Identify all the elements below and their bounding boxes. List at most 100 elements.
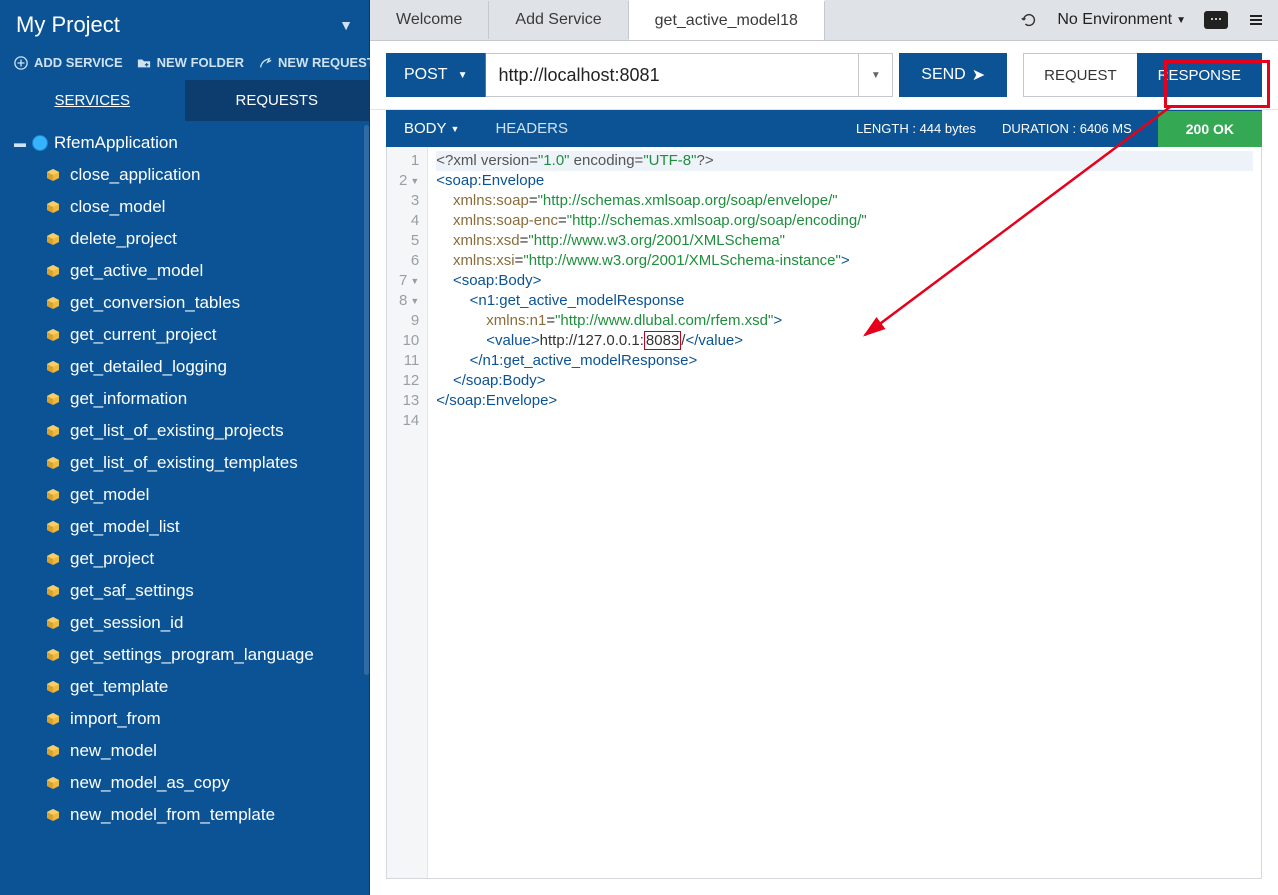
url-history-dropdown[interactable]: ▼ [859,53,893,97]
tree-item[interactable]: get_model [4,479,369,511]
plus-circle-icon [14,56,28,70]
response-tab-button[interactable]: RESPONSE [1137,53,1262,97]
sidebar: My Project ▼ ADD SERVICE NEW FOLDER NE [0,0,370,895]
tree-item-label: new_model_from_template [70,805,275,825]
tree-item[interactable]: get_information [4,383,369,415]
tree-item-label: close_model [70,197,165,217]
new-request-button[interactable]: NEW REQUEST [258,55,375,70]
response-body-viewer[interactable]: 12 ▼34567 ▼8 ▼91011121314 <?xml version=… [386,147,1262,879]
root-label: RfemApplication [54,133,178,153]
tree-item[interactable]: get_active_model [4,255,369,287]
response-header-bar: BODY ▼ HEADERS LENGTH : 444 bytes DURATI… [386,110,1262,147]
refresh-icon[interactable] [1019,10,1039,30]
operation-icon [46,168,60,182]
tree-item[interactable]: close_model [4,191,369,223]
sidebar-actions: ADD SERVICE NEW FOLDER NEW REQUEST [0,53,369,80]
send-icon: ➤ [972,65,985,85]
new-folder-button[interactable]: NEW FOLDER [137,55,244,70]
tree-item[interactable]: get_list_of_existing_templates [4,447,369,479]
chevron-down-icon: ▼ [871,70,881,81]
service-tree: ▬ RfemApplication close_applicationclose… [0,121,369,895]
project-title: My Project [16,12,120,38]
globe-icon [32,135,48,151]
tree-item-label: get_saf_settings [70,581,194,601]
line-gutter: 12 ▼34567 ▼8 ▼91011121314 [387,147,428,878]
tree-item[interactable]: close_application [4,159,369,191]
tab-services[interactable]: SERVICES [0,80,185,121]
operation-icon [46,232,60,246]
operation-icon [46,392,60,406]
operation-icon [46,808,60,822]
tree-item[interactable]: delete_project [4,223,369,255]
tree-item-label: get_session_id [70,613,183,633]
tree-item-label: get_information [70,389,187,409]
tree-item-label: new_model [70,741,157,761]
operation-icon [46,488,60,502]
main-area: Welcome Add Service get_active_model18 N… [370,0,1278,895]
chevron-down-icon: ▼ [451,124,460,134]
tree-item[interactable]: get_model_list [4,511,369,543]
tree-item-label: get_current_project [70,325,216,345]
tree-item-label: new_model_as_copy [70,773,230,793]
operation-icon [46,552,60,566]
tree-item-label: get_list_of_existing_projects [70,421,284,441]
status-badge: 200 OK [1158,111,1262,147]
sidebar-tabs: SERVICES REQUESTS [0,80,369,121]
tree-item-label: get_active_model [70,261,203,281]
collapse-icon[interactable]: ▬ [14,136,26,150]
tree-item-label: get_model [70,485,149,505]
operation-icon [46,584,60,598]
operation-icon [46,424,60,438]
tree-item[interactable]: get_list_of_existing_projects [4,415,369,447]
tree-item[interactable]: get_session_id [4,607,369,639]
send-button[interactable]: SEND ➤ [899,53,1007,97]
scrollbar[interactable] [364,125,369,675]
operation-icon [46,616,60,630]
operation-icon [46,328,60,342]
tree-root[interactable]: ▬ RfemApplication [4,127,369,159]
tree-item-label: get_project [70,549,154,569]
request-tab-button[interactable]: REQUEST [1023,53,1137,97]
tree-item-label: import_from [70,709,161,729]
tab-requests[interactable]: REQUESTS [185,80,370,121]
method-selector[interactable]: POST ▼ [386,53,486,97]
chevron-down-icon: ▼ [1176,15,1186,26]
tree-item-label: get_conversion_tables [70,293,240,313]
tree-item[interactable]: get_project [4,543,369,575]
operation-icon [46,456,60,470]
tree-item[interactable]: get_current_project [4,319,369,351]
tree-item[interactable]: get_conversion_tables [4,287,369,319]
tree-item-label: get_detailed_logging [70,357,227,377]
headers-tab[interactable]: HEADERS [477,110,586,147]
tree-item[interactable]: import_from [4,703,369,735]
tab-get-active-model18[interactable]: get_active_model18 [629,0,825,40]
menu-icon[interactable] [1246,10,1266,30]
tree-item[interactable]: new_model_as_copy [4,767,369,799]
code-content[interactable]: <?xml version="1.0" encoding="UTF-8"?><s… [428,147,1261,878]
tree-item-label: get_list_of_existing_templates [70,453,298,473]
tree-item-label: get_template [70,677,168,697]
operation-icon [46,712,60,726]
project-header[interactable]: My Project ▼ [0,0,369,53]
operation-icon [46,200,60,214]
operation-icon [46,360,60,374]
url-input[interactable]: http://localhost:8081 [486,53,859,97]
tree-item[interactable]: get_template [4,671,369,703]
operation-icon [46,776,60,790]
body-tab[interactable]: BODY ▼ [386,110,477,147]
tree-item[interactable]: get_detailed_logging [4,351,369,383]
operation-icon [46,296,60,310]
environment-selector[interactable]: No Environment ▼ [1057,11,1186,29]
tree-item-label: close_application [70,165,200,185]
chat-icon[interactable] [1204,11,1228,29]
tree-item[interactable]: new_model_from_template [4,799,369,831]
tree-item[interactable]: get_settings_program_language [4,639,369,671]
add-service-button[interactable]: ADD SERVICE [14,55,123,70]
tab-add-service[interactable]: Add Service [489,1,628,39]
length-info: LENGTH : 444 bytes [856,121,976,136]
tree-item[interactable]: new_model [4,735,369,767]
tree-item-label: get_settings_program_language [70,645,314,665]
duration-info: DURATION : 6406 MS [1002,121,1132,136]
tree-item[interactable]: get_saf_settings [4,575,369,607]
tab-welcome[interactable]: Welcome [370,1,489,39]
